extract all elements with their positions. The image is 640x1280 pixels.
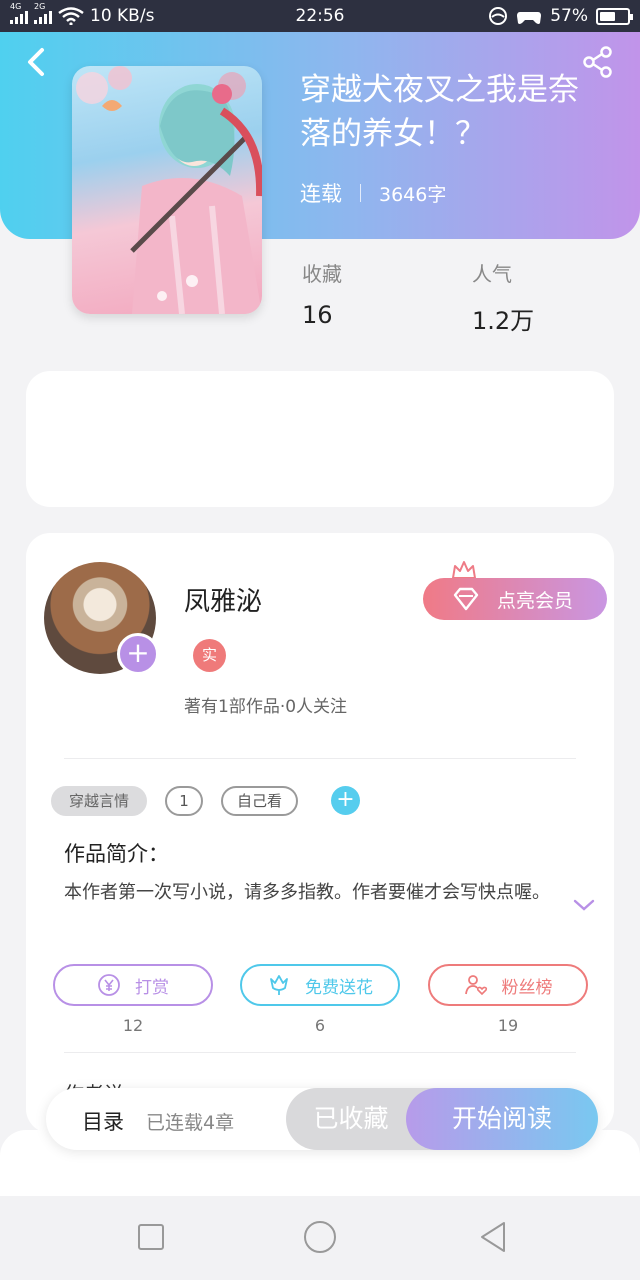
popularity-value: 1.2万 xyxy=(472,307,535,335)
fans-count: 19 xyxy=(497,1016,519,1035)
wifi-icon xyxy=(58,7,84,25)
verified-badge: 实 xyxy=(193,639,226,672)
meta-divider xyxy=(360,184,361,202)
book-cover[interactable] xyxy=(72,66,262,314)
chevron-left-icon xyxy=(28,48,44,76)
back-button[interactable] xyxy=(22,44,52,80)
book-title: 穿越犬夜叉之我是奈落的养女！？ xyxy=(300,72,579,152)
author-stats: 著有1部作品·0人关注 xyxy=(184,697,348,717)
home-icon[interactable] xyxy=(304,1221,336,1253)
serial-status: 连载 xyxy=(300,182,342,206)
chevron-down-icon[interactable] xyxy=(572,897,596,913)
diamond-icon xyxy=(453,587,479,611)
divider xyxy=(64,1052,576,1053)
tag-count[interactable]: 1 xyxy=(165,786,203,816)
send-flower-button[interactable]: 免费送花 xyxy=(240,964,400,1006)
add-tag-button[interactable]: + xyxy=(331,786,360,815)
flower-count: 6 xyxy=(314,1016,326,1035)
network-speed: 10 KB/s xyxy=(90,6,155,26)
fans-ranking-button[interactable]: 粉丝榜 xyxy=(428,964,588,1006)
fans-label: 粉丝榜 xyxy=(501,977,553,998)
start-reading-button[interactable]: 开始阅读 xyxy=(406,1088,598,1150)
intro-text: 本作者第一次写小说，请多多指教。作者要催才会写快点喔。 xyxy=(64,882,550,903)
signal-icon-2: 2G xyxy=(34,2,52,24)
reward-count: 12 xyxy=(122,1016,144,1035)
favorites-stat: 收藏 16 xyxy=(302,258,342,329)
flower-icon xyxy=(270,975,288,995)
signal-icon: 4G xyxy=(10,2,28,24)
follow-author-button[interactable]: + xyxy=(117,633,159,675)
cover-illustration xyxy=(76,66,262,314)
game-controller-icon xyxy=(517,12,542,24)
book-meta: 连载 3646字 xyxy=(300,178,446,208)
flower-label: 免费送花 xyxy=(305,977,373,998)
favorites-label: 收藏 xyxy=(302,262,342,286)
intro-title: 作品简介： xyxy=(64,842,169,866)
blank-card xyxy=(26,371,614,507)
fan-heart-icon xyxy=(464,975,487,996)
vip-button[interactable]: 点亮会员 xyxy=(423,578,607,620)
favorites-value: 16 xyxy=(302,301,333,329)
catalog-button[interactable]: 目录 xyxy=(82,1106,124,1136)
app-notification-icon xyxy=(489,7,508,25)
tag-self-read[interactable]: 自己看 xyxy=(221,786,298,816)
reward-button[interactable]: 打赏 xyxy=(53,964,213,1006)
battery-icon xyxy=(596,7,633,25)
chapter-count: 已连载4章 xyxy=(146,1112,235,1134)
vip-button-label: 点亮会员 xyxy=(497,589,574,612)
back-triangle-icon[interactable] xyxy=(478,1220,508,1254)
status-bar: 4G 2G 10 KB/s 22:56 57% xyxy=(0,0,640,32)
status-left: 4G 2G 10 KB/s xyxy=(10,2,155,26)
status-right: 57% xyxy=(488,6,633,26)
author-name[interactable]: 凤雅泌 xyxy=(184,581,262,618)
crown-icon xyxy=(452,561,476,579)
popularity-stat: 人气 1.2万 xyxy=(472,258,534,336)
reward-label: 打赏 xyxy=(135,977,169,998)
recent-apps-icon[interactable] xyxy=(138,1224,164,1250)
word-count: 3646字 xyxy=(379,183,447,206)
yen-coin-icon xyxy=(98,974,120,996)
popularity-label: 人气 xyxy=(472,262,512,286)
battery-percent: 57% xyxy=(550,6,588,26)
tag-genre[interactable]: 穿越言情 xyxy=(51,786,147,816)
divider xyxy=(64,758,576,759)
